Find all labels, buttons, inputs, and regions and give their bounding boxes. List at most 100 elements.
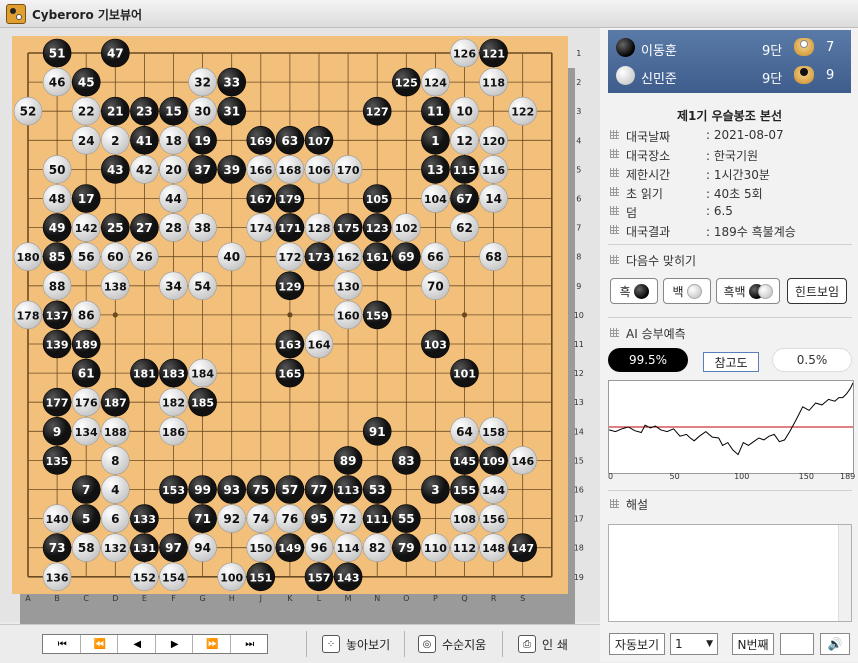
white-stone: 72 xyxy=(333,504,363,533)
move-number: 167 xyxy=(249,193,272,206)
white-stone: 64 xyxy=(450,416,479,446)
column-label: L xyxy=(317,594,322,603)
toolbar-divider xyxy=(502,631,503,657)
black-stone: 129 xyxy=(275,271,305,301)
white-stone: 128 xyxy=(304,213,334,242)
fast-back-button[interactable]: ⏪ xyxy=(81,635,118,653)
title-bar: Cyberoro 기보뷰어 xyxy=(0,0,858,28)
move-number: 162 xyxy=(337,251,360,264)
print-button[interactable]: ⎙ 인 쇄 xyxy=(518,633,568,655)
row-label: 4 xyxy=(576,136,581,145)
step-select[interactable]: 1 ▼ xyxy=(670,633,718,655)
move-number: 20 xyxy=(165,163,182,177)
white-stone: 12 xyxy=(450,126,479,155)
move-number: 47 xyxy=(107,47,124,61)
black-stone: 55 xyxy=(391,504,421,533)
guess-black-button[interactable]: 흑 xyxy=(610,278,658,304)
white-stone: 14 xyxy=(479,184,508,213)
white-stone: 110 xyxy=(421,533,450,563)
move-number: 109 xyxy=(482,455,505,468)
info-label: 대국장소 xyxy=(626,149,671,163)
black-stone: 57 xyxy=(275,475,305,504)
printer-icon: ⎙ xyxy=(518,635,536,653)
reference-diagram-button[interactable]: 참고도 xyxy=(703,352,759,372)
row-label: 5 xyxy=(576,165,581,174)
move-number: 58 xyxy=(78,541,95,555)
move-number: 136 xyxy=(46,571,69,584)
row-label: 18 xyxy=(574,544,584,553)
move-number: 112 xyxy=(453,542,476,555)
move-number: 157 xyxy=(308,571,331,584)
prev-move-button[interactable]: ◀ xyxy=(118,635,156,653)
black-stone-icon xyxy=(633,283,649,299)
white-stone: 26 xyxy=(130,242,159,271)
move-number: 43 xyxy=(107,163,124,177)
column-label: O xyxy=(403,594,409,603)
move-number: 129 xyxy=(278,280,301,293)
move-number: 22 xyxy=(78,105,95,119)
move-number: 178 xyxy=(17,309,40,322)
white-stone: 42 xyxy=(130,155,159,184)
guess-both-button[interactable]: 흑백 xyxy=(716,278,780,304)
white-stone: 2 xyxy=(101,126,130,155)
move-number: 154 xyxy=(162,571,185,584)
black-stone: 125 xyxy=(391,67,421,97)
print-label: 인 쇄 xyxy=(542,637,568,652)
guess-white-button[interactable]: 백 xyxy=(663,278,711,304)
white-stone: 66 xyxy=(421,242,450,271)
white-stone: 96 xyxy=(304,533,334,563)
black-stone: 75 xyxy=(246,475,276,504)
move-number: 1 xyxy=(431,134,439,148)
next-move-title: 다음수 맞히기 xyxy=(626,254,697,268)
auto-play-button[interactable]: 자동보기 xyxy=(609,633,665,655)
black-stone: 9 xyxy=(42,416,72,446)
column-label: E xyxy=(142,594,147,603)
first-move-button[interactable]: ⏮ xyxy=(43,635,81,653)
nth-move-input[interactable] xyxy=(780,633,814,655)
white-stone: 130 xyxy=(333,271,363,301)
info-value: : 2021-08-07 xyxy=(706,128,784,142)
white-stone: 104 xyxy=(421,184,450,213)
last-move-button[interactable]: ⏭ xyxy=(231,635,268,653)
sound-icon[interactable]: 🔊 xyxy=(820,633,850,655)
toolbar-divider xyxy=(404,631,405,657)
commentary-box[interactable] xyxy=(608,524,852,622)
row-label: 13 xyxy=(574,398,584,407)
fast-forward-button[interactable]: ⏩ xyxy=(193,635,231,653)
white-stone: 58 xyxy=(71,533,101,563)
white-win-rate: 0.5% xyxy=(772,348,852,372)
white-stone: 86 xyxy=(71,300,101,330)
column-label: M xyxy=(345,594,352,603)
column-coordinates: ABCDEFGHJKLMNOPQRS xyxy=(25,594,525,603)
black-stone: 91 xyxy=(362,416,392,446)
next-move-button[interactable]: ▶ xyxy=(156,635,193,653)
move-number: 148 xyxy=(482,542,505,555)
move-number: 137 xyxy=(46,309,69,322)
place-stones-label: 놓아보기 xyxy=(346,637,391,652)
white-stone: 148 xyxy=(479,533,508,563)
black-stone: 15 xyxy=(159,96,188,126)
black-stone: 25 xyxy=(101,213,130,242)
black-stone: 181 xyxy=(130,358,159,388)
move-number: 68 xyxy=(485,250,502,264)
nth-move-button[interactable]: N번째 xyxy=(732,633,774,655)
commentary-scrollbar[interactable] xyxy=(838,525,851,621)
place-stones-button[interactable]: ⁘ 놓아보기 xyxy=(322,633,390,655)
white-stone-icon xyxy=(686,283,702,299)
white-stone-icon xyxy=(757,283,773,299)
white-stone: 164 xyxy=(304,329,334,359)
move-number: 37 xyxy=(194,163,211,177)
column-label: F xyxy=(171,594,176,603)
white-stone: 74 xyxy=(246,504,276,533)
move-number: 144 xyxy=(482,484,505,497)
black-stone: 3 xyxy=(421,475,450,504)
hide-numbers-button[interactable]: ◎ 수순지움 xyxy=(418,633,486,655)
black-stone: 115 xyxy=(450,155,479,184)
move-number: 165 xyxy=(278,368,301,381)
info-label: 덤 xyxy=(626,206,638,220)
move-number: 125 xyxy=(395,77,418,90)
hint-button[interactable]: 힌트보임 xyxy=(787,278,847,304)
commentary-title: 해설 xyxy=(626,498,649,512)
white-stone: 40 xyxy=(217,242,246,271)
go-board[interactable]: ABCDEFGHJKLMNOPQRS 123456789101112131415… xyxy=(0,28,600,622)
